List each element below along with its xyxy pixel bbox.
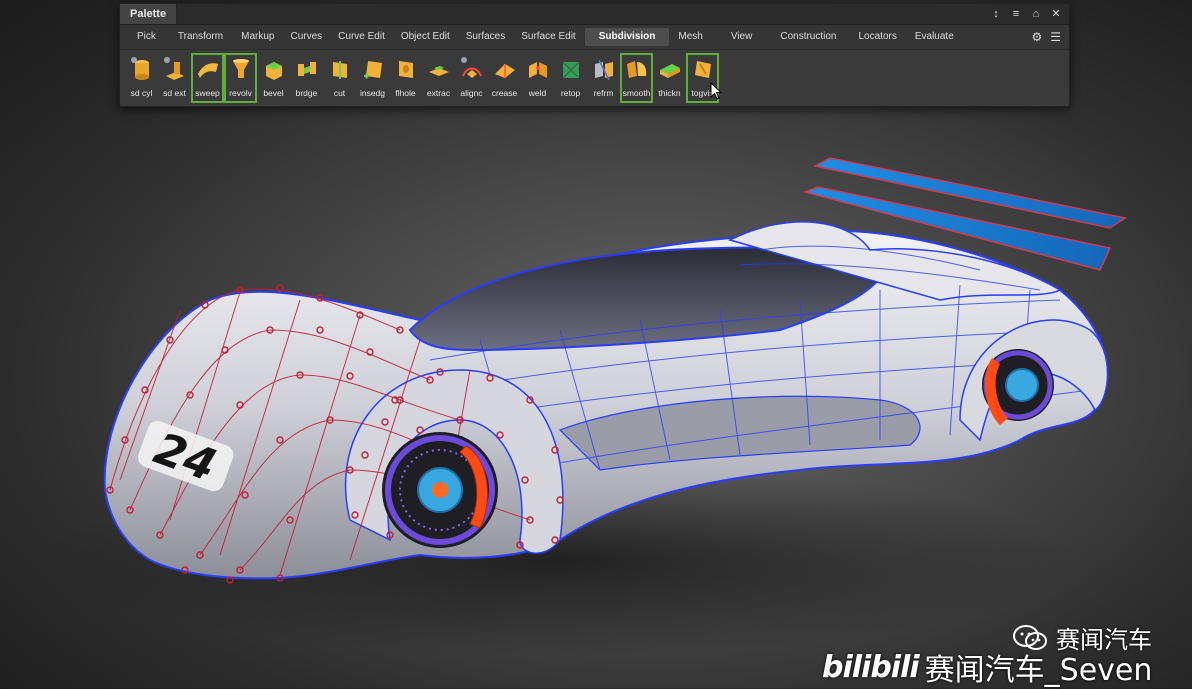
mouse-cursor-icon [710, 82, 722, 100]
fill-hole-icon [398, 61, 413, 78]
tab-locators[interactable]: Locators [851, 28, 903, 46]
tool-cut[interactable]: cut [323, 53, 356, 103]
palette-tabs: Pick Transform Markup Curves Curve Edit … [120, 25, 1069, 50]
tab-evaluate[interactable]: Evaluate [908, 28, 961, 46]
tool-label: extrac [426, 88, 451, 98]
tool-label: revolv [229, 88, 252, 98]
toggle-visibility-icon [694, 61, 711, 78]
tool-flhole[interactable]: flhole [389, 53, 422, 103]
tool-label: sweep [195, 88, 220, 98]
tool-retop[interactable]: retop [554, 53, 587, 103]
cylinder-icon [130, 57, 149, 80]
tool-bevel[interactable]: bevel [257, 53, 290, 103]
tool-refrm[interactable]: refrm [587, 53, 620, 103]
reform-icon [594, 59, 613, 81]
tool-smooth[interactable]: smooth [620, 53, 653, 103]
cut-icon [332, 61, 347, 79]
crease-icon [494, 64, 515, 78]
retopo-icon [562, 61, 579, 79]
tab-markup[interactable]: Markup [234, 28, 281, 46]
tool-label: thickn [658, 88, 681, 98]
tool-label: insedg [359, 88, 386, 98]
tab-pick[interactable]: Pick [130, 28, 163, 46]
menu-icon[interactable]: ☰ [1050, 29, 1061, 45]
weld-icon [528, 62, 547, 78]
tool-extrac[interactable]: extrac [422, 53, 455, 103]
tab-transform[interactable]: Transform [171, 28, 230, 46]
tool-sweep[interactable]: sweep [191, 53, 224, 103]
tool-label: sd cyl [130, 88, 153, 98]
tool-alignc[interactable]: alignc [455, 53, 488, 103]
tool-insedg[interactable]: insedg [356, 53, 389, 103]
tool-weld[interactable]: weld [521, 53, 554, 103]
tool-label: flhole [395, 88, 416, 98]
tab-subdivision[interactable]: Subdivision [584, 28, 670, 46]
tab-construction[interactable]: Construction [773, 28, 843, 46]
palette-title: Palette [120, 4, 178, 24]
front-wheel [382, 432, 498, 548]
tool-label: refrm [593, 88, 614, 98]
sweep-icon [197, 63, 218, 78]
bilibili-channel-name: 赛闻汽车_Seven [924, 653, 1153, 688]
tool-brdge[interactable]: brdge [290, 53, 323, 103]
tool-label: sd ext [163, 88, 186, 98]
extract-icon [428, 66, 449, 76]
home-icon[interactable]: ⌂ [1029, 6, 1043, 22]
smooth-icon [626, 61, 646, 78]
close-icon[interactable]: ✕ [1049, 6, 1063, 22]
tab-view[interactable]: View [724, 28, 760, 46]
bilibili-watermark: bilibili 赛闻汽车_Seven [822, 645, 1152, 689]
palette-window[interactable]: Palette ↕ ≡ ⌂ ✕ Pick Transform Markup Cu… [119, 3, 1070, 107]
bridge-icon [297, 62, 316, 76]
tab-object-edit[interactable]: Object Edit [394, 28, 457, 46]
extrude-icon [163, 57, 184, 80]
bevel-icon [265, 62, 282, 80]
bilibili-logo: bilibili [822, 649, 920, 685]
palette-title-bar[interactable]: Palette ↕ ≡ ⌂ ✕ [120, 4, 1069, 25]
tab-curve-edit[interactable]: Curve Edit [331, 28, 392, 46]
tool-sd-ext[interactable]: sd ext [158, 53, 191, 103]
tool-sd-cyl[interactable]: sd cyl [125, 53, 158, 103]
tool-label: cut [333, 88, 346, 98]
tool-crease[interactable]: crease [488, 53, 521, 103]
thicken-icon [659, 64, 680, 78]
tool-label: brdge [295, 88, 318, 98]
menu-icon[interactable]: ≡ [1009, 6, 1023, 22]
revolve-icon [232, 59, 249, 78]
tool-thickn[interactable]: thickn [653, 53, 686, 103]
tool-label: weld [528, 88, 547, 98]
align-curve-icon [460, 57, 482, 78]
tab-surfaces[interactable]: Surfaces [459, 28, 512, 46]
insert-edge-icon [363, 61, 382, 79]
resize-icon[interactable]: ↕ [989, 6, 1003, 22]
tool-label: alignc [460, 88, 483, 98]
tool-label: retop [560, 88, 581, 98]
tool-revolv[interactable]: revolv [224, 53, 257, 103]
tool-label: crease [491, 88, 518, 98]
tab-surface-edit[interactable]: Surface Edit [514, 28, 582, 46]
tool-label: bevel [263, 88, 284, 98]
gear-icon[interactable]: ⚙ [1031, 29, 1042, 45]
tab-mesh[interactable]: Mesh [671, 28, 709, 46]
subdivision-toolbar: sd cyl sd ext sweep revolv bevel brdge c… [120, 50, 1069, 103]
tool-label: smooth [622, 88, 651, 98]
tab-curves[interactable]: Curves [283, 28, 329, 46]
